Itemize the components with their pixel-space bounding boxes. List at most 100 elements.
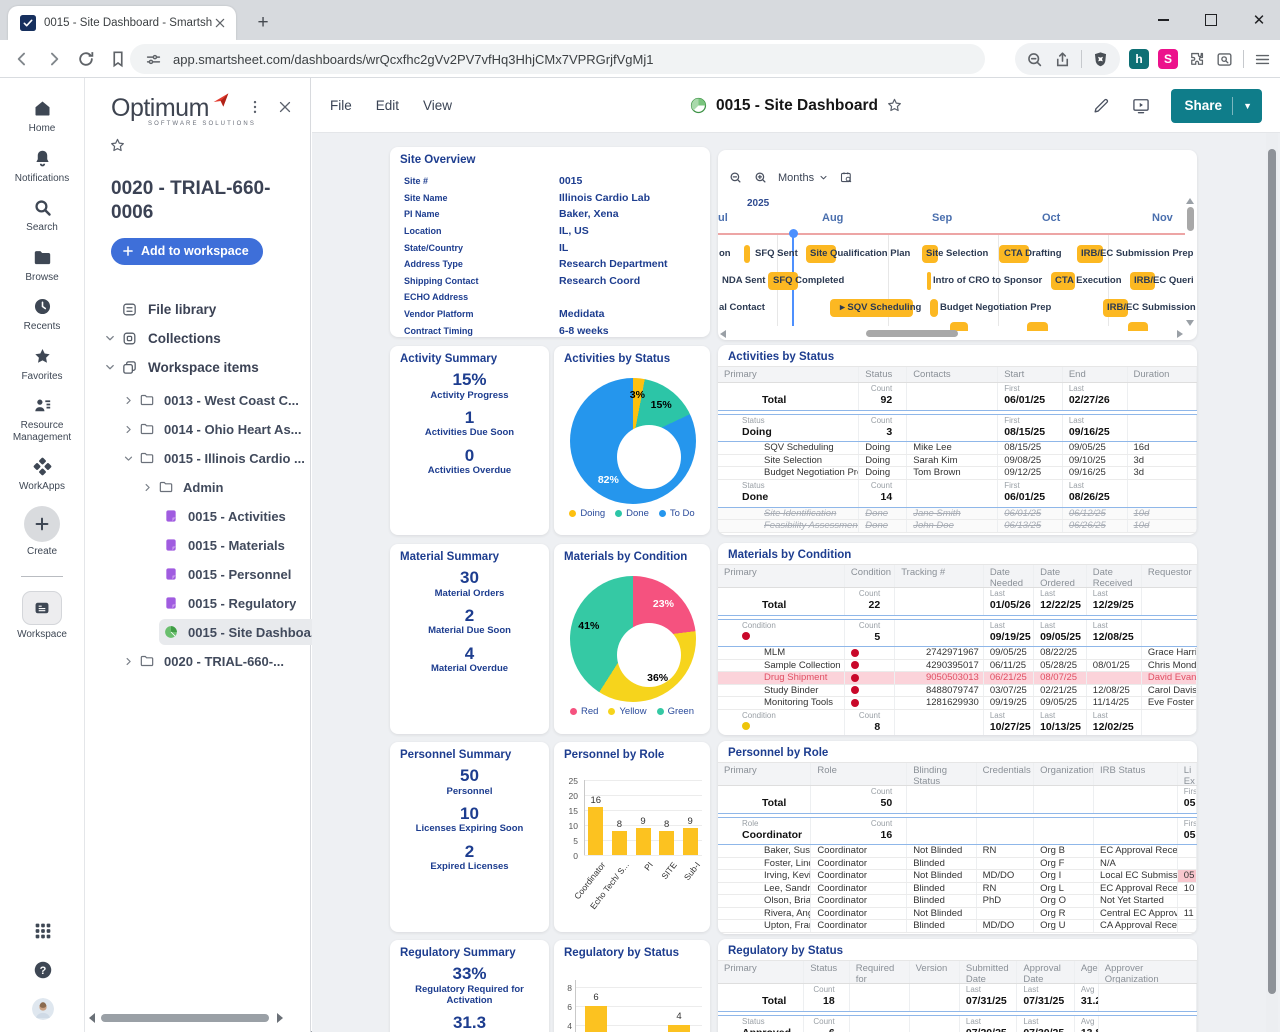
site-settings-icon[interactable]	[144, 50, 163, 69]
extension-s-icon[interactable]: S	[1158, 49, 1178, 69]
sidebar-item-notifications[interactable]: Notifications	[2, 148, 82, 185]
table-row[interactable]: Lee, SandraCoordinatorBlindedRNOrg LEC A…	[718, 883, 1197, 896]
sidebar-item-workspace[interactable]: Workspace	[2, 591, 82, 641]
workspace-favorite-star-icon[interactable]	[109, 137, 126, 154]
table-row[interactable]: Irving, KevinCoordinatorNot BlindedMD/DO…	[718, 870, 1197, 883]
table-row[interactable]: Upton, FrankCoordinatorBlindedMD/DOOrg U…	[718, 920, 1197, 933]
panel-close-icon[interactable]	[276, 98, 294, 116]
table-row[interactable]: Study Binder848807974703/07/2502/21/2512…	[718, 685, 1197, 698]
table-row[interactable]: MLM274297196709/05/2508/22/25Grace Harri…	[718, 647, 1197, 660]
tree-item[interactable]: 0015 - Activities	[85, 502, 310, 531]
column-header[interactable]: Primary	[718, 367, 859, 382]
add-to-workspace-button[interactable]: Add to workspace	[111, 238, 263, 265]
column-header[interactable]: Date Ordered	[1034, 565, 1087, 587]
column-header[interactable]: Contacts	[907, 367, 998, 382]
sidebar-item-create[interactable]: Create	[2, 506, 82, 558]
scrollbar-thumb[interactable]	[1268, 149, 1276, 994]
extension-h-icon[interactable]: h	[1129, 49, 1149, 69]
menu-file[interactable]: File	[330, 98, 352, 113]
brave-shield-icon[interactable]	[1091, 50, 1110, 69]
table-row[interactable]: Site IdentificationDoneJane Smith06/01/2…	[718, 508, 1197, 521]
window-close-button[interactable]: ✕	[1248, 9, 1270, 31]
help-icon[interactable]: ?	[32, 959, 54, 981]
zoomin-icon[interactable]	[753, 170, 768, 185]
scroll-left-icon[interactable]	[89, 1013, 95, 1023]
column-header[interactable]: Required for Activation	[850, 961, 910, 983]
favorite-star-icon[interactable]	[886, 97, 903, 114]
table-row[interactable]: Budget Negotiation PrepDoingTom Brown09/…	[718, 467, 1197, 480]
gantt-range-select[interactable]: Months	[778, 172, 829, 184]
column-header[interactable]: Blinding Status	[907, 763, 976, 785]
tree-item[interactable]: 0020 - TRIAL-660-...	[85, 647, 310, 676]
table-row[interactable]: Sample Collection Kit429039501706/11/250…	[718, 660, 1197, 673]
chevron-down-icon[interactable]	[122, 452, 135, 465]
sidebar-item-favorites[interactable]: Favorites	[2, 346, 82, 383]
table-row[interactable]: Site SelectionDoingSarah Kim09/08/2509/1…	[718, 455, 1197, 468]
sidebar-item-recents[interactable]: Recents	[2, 296, 82, 333]
gantt-vertical-scrollbar[interactable]	[1186, 198, 1195, 326]
tree-item[interactable]: 0015 - Regulatory	[85, 589, 310, 618]
reload-button[interactable]	[76, 49, 96, 69]
calmag-icon[interactable]	[839, 170, 854, 185]
column-header[interactable]: IRB Status	[1094, 763, 1178, 785]
table-row[interactable]: Feasibility AssessmentDoneJohn Doe06/13/…	[718, 520, 1197, 533]
panel-item-workspace-items[interactable]: Workspace items	[85, 353, 310, 382]
panel-menu-icon[interactable]	[246, 98, 264, 116]
column-header[interactable]: Primary	[718, 565, 845, 587]
column-header[interactable]: Age	[1075, 961, 1099, 983]
browser-tab[interactable]: 0015 - Site Dashboard - Smartsh	[8, 6, 236, 40]
gantt-task-bar[interactable]	[744, 245, 750, 263]
column-header[interactable]: Version	[910, 961, 960, 983]
column-header[interactable]: Duration	[1128, 367, 1197, 382]
tab-close-icon[interactable]	[212, 15, 228, 31]
browser-menu-icon[interactable]	[1253, 50, 1272, 69]
column-header[interactable]: End	[1063, 367, 1128, 382]
panel-item-file-library[interactable]: File library	[85, 295, 310, 324]
table-row[interactable]: Drug Shipment905050301306/21/2508/07/25D…	[718, 672, 1197, 685]
sidebar-search-icon[interactable]	[1215, 50, 1234, 69]
window-maximize-button[interactable]	[1200, 9, 1222, 31]
column-header[interactable]: Date Needed	[984, 565, 1034, 587]
column-header[interactable]: Primary	[718, 961, 804, 983]
column-header[interactable]: Tracking #	[895, 565, 984, 587]
sidebar-item-search[interactable]: Search	[2, 197, 82, 234]
panel-horizontal-scrollbar[interactable]	[85, 1012, 311, 1024]
extensions-puzzle-icon[interactable]	[1187, 50, 1206, 69]
column-header[interactable]: Date Received	[1087, 565, 1142, 587]
column-header[interactable]: Requestor	[1142, 565, 1197, 587]
menu-view[interactable]: View	[423, 98, 452, 113]
tree-item[interactable]: 0013 - West Coast C...	[85, 386, 310, 415]
user-avatar[interactable]	[32, 998, 54, 1020]
app-launcher-grid-icon[interactable]	[32, 920, 54, 942]
chevron-right-icon[interactable]	[122, 655, 135, 668]
zoomout-icon[interactable]	[728, 170, 743, 185]
share-button[interactable]: Share ▼	[1171, 89, 1262, 123]
tree-item[interactable]: 0015 - Illinois Cardio ...	[85, 444, 310, 473]
table-row[interactable]: Monitoring Tools128162993009/19/2509/05/…	[718, 697, 1197, 710]
column-header[interactable]: Status	[859, 367, 907, 382]
column-header[interactable]: Condition	[845, 565, 895, 587]
column-header[interactable]: Role	[811, 763, 907, 785]
tree-item[interactable]: Admin	[85, 473, 310, 502]
column-header[interactable]: Credentials	[977, 763, 1034, 785]
chevron-down-icon[interactable]	[103, 360, 117, 374]
sidebar-item-resource-management[interactable]: Resource Management	[2, 395, 82, 443]
table-row[interactable]: Rivera, AngelaCoordinatorNot BlindedOrg …	[718, 908, 1197, 921]
column-header[interactable]: Primary	[718, 763, 811, 785]
present-monitor-icon[interactable]	[1131, 96, 1151, 116]
tree-item[interactable]: 0015 - Personnel	[85, 560, 310, 589]
zoom-out-icon[interactable]	[1025, 50, 1044, 69]
gantt-horizontal-scrollbar[interactable]	[720, 329, 1183, 338]
back-button[interactable]	[12, 49, 32, 69]
table-row[interactable]: Baker, SusanCoordinatorNot BlindedRNOrg …	[718, 845, 1197, 858]
new-tab-button[interactable]: +	[250, 10, 276, 36]
scrollbar-thumb[interactable]	[101, 1014, 269, 1022]
table-row[interactable]: SQV SchedulingDoingMike Lee08/15/2509/05…	[718, 442, 1197, 455]
column-header[interactable]: Approver Organization	[1099, 961, 1197, 983]
sidebar-item-workapps[interactable]: WorkApps	[2, 456, 82, 493]
sidebar-item-home[interactable]: Home	[2, 98, 82, 135]
column-header[interactable]: Approval Date	[1017, 961, 1074, 983]
panel-item-collections[interactable]: Collections	[85, 324, 310, 353]
gantt-task-bar[interactable]	[930, 299, 938, 317]
column-header[interactable]: Submitted Date	[960, 961, 1017, 983]
